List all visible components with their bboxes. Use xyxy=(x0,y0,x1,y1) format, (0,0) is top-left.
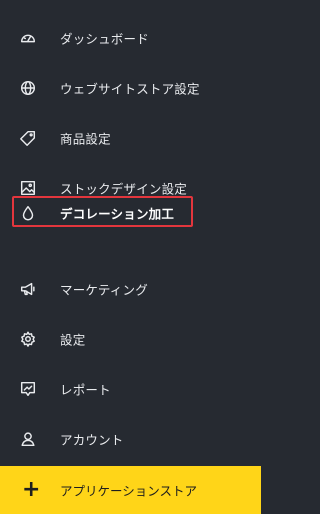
droplet-icon xyxy=(18,203,38,223)
user-icon xyxy=(18,429,38,449)
sidebar-item-label: 商品設定 xyxy=(60,131,111,147)
gear-icon xyxy=(18,329,38,349)
globe-icon xyxy=(18,78,38,98)
report-icon xyxy=(18,379,38,399)
app-store-label: アプリケーションストア xyxy=(60,483,198,499)
sidebar-item-label: 設定 xyxy=(60,332,86,348)
tag-icon xyxy=(18,128,38,148)
sidebar-item-dashboard[interactable]: ダッシュボード xyxy=(0,13,261,63)
sidebar-item-settings[interactable]: 設定 xyxy=(0,314,261,364)
sidebar-item-label: アカウント xyxy=(60,432,124,448)
plus-icon: + xyxy=(22,477,41,502)
app-store-button[interactable]: + アプリケーションストア xyxy=(0,466,261,514)
megaphone-icon xyxy=(18,279,38,299)
sidebar-item-label: ウェブサイトストア設定 xyxy=(60,81,200,97)
sidebar-item-reports[interactable]: レポート xyxy=(0,364,261,414)
sidebar-item-product-settings[interactable]: 商品設定 xyxy=(0,113,261,163)
sidebar-item-website-store-settings[interactable]: ウェブサイトストア設定 xyxy=(0,63,261,113)
sidebar: ダッシュボード ウェブサイトストア設定 商品設定 ストックデザイン設定 デコレー… xyxy=(0,0,261,514)
sidebar-item-account[interactable]: アカウント xyxy=(0,414,261,464)
sidebar-item-marketing[interactable]: マーケティング xyxy=(0,264,261,314)
sidebar-item-label: レポート xyxy=(60,382,111,398)
sidebar-item-decoration-processing[interactable]: デコレーション加工 xyxy=(0,188,261,238)
sidebar-item-label: ダッシュボード xyxy=(60,31,149,47)
dashboard-gauge-icon xyxy=(18,28,38,48)
sidebar-item-label: デコレーション加工 xyxy=(60,206,175,222)
sidebar-item-label: マーケティング xyxy=(60,282,148,298)
